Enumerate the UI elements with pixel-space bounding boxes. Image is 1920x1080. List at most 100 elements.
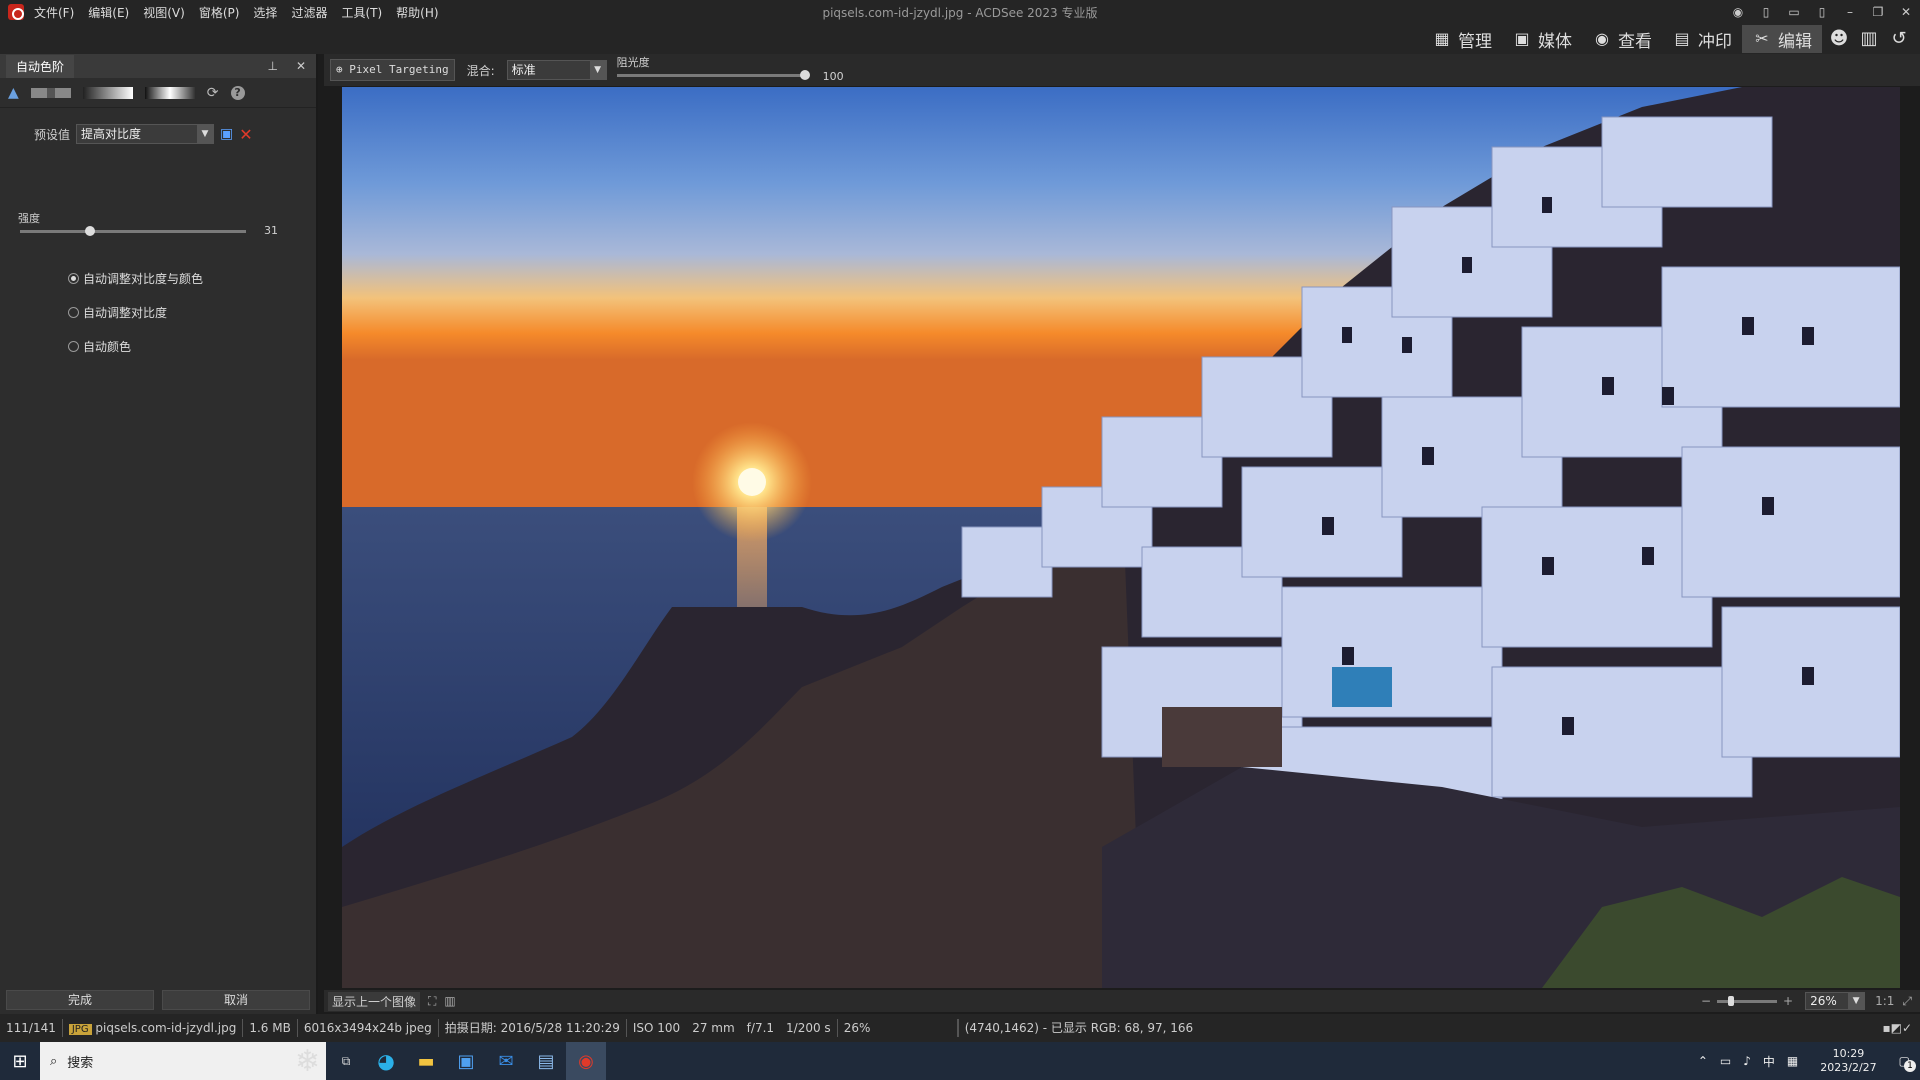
store-icon[interactable]: ▣	[446, 1042, 486, 1080]
task-view-icon[interactable]: ⧉	[326, 1042, 366, 1080]
menu-tools[interactable]: 工具(T)	[341, 4, 382, 21]
clock[interactable]: 10:29 2023/2/27	[1820, 1047, 1876, 1075]
mode-edit[interactable]: ✂ 编辑	[1742, 25, 1822, 53]
radio-dot[interactable]	[68, 273, 79, 284]
ime-indicator[interactable]: 中	[1763, 1053, 1775, 1070]
zoom-out-icon[interactable]: −	[1701, 994, 1711, 1008]
volume-icon[interactable]: ♪	[1743, 1054, 1751, 1068]
window-controls: ◉ ▯ ▭ ▯ – ❐ ✕	[1724, 0, 1920, 24]
pixel-targeting-button[interactable]: ⊕ Pixel Targeting	[330, 59, 455, 81]
save-preset-icon[interactable]: ▣	[220, 126, 233, 142]
dashboard-icon[interactable]: ☻	[1826, 26, 1852, 52]
zoom-slider[interactable]	[1717, 995, 1778, 1006]
notification-icon[interactable]: ▢ 1	[1899, 1054, 1916, 1072]
menu-help[interactable]: 帮助(H)	[396, 4, 438, 21]
gradient-preview-2[interactable]	[144, 86, 195, 99]
photo-canvas[interactable]	[342, 87, 1900, 988]
file-explorer-icon[interactable]: ▬	[406, 1042, 446, 1080]
ime-grid-icon[interactable]: ▦	[1787, 1054, 1798, 1068]
layout-bottom-icon[interactable]: ▭	[1780, 5, 1808, 19]
image-bottom-bar: 显示上一个图像 ⛶ ▥ − + 26% ▼ 1:1 ⤢	[324, 990, 1920, 1012]
sunset-photo	[342, 87, 1900, 988]
compare-icon[interactable]	[30, 87, 71, 98]
radio-auto-contrast-color[interactable]: 自动调整对比度与颜色	[68, 270, 203, 287]
photos-icon[interactable]: ▤	[526, 1042, 566, 1080]
capture-date: 拍摄日期: 2016/5/28 11:20:29	[439, 1019, 627, 1037]
pixel-info: (4740,1462) - 已显示 RGB: 68, 97, 166	[957, 1019, 1199, 1037]
layout-left-icon[interactable]: ▯	[1752, 5, 1780, 19]
actual-size-button[interactable]: 1:1	[1875, 994, 1894, 1008]
radio-dot[interactable]	[68, 341, 79, 352]
menu-edit[interactable]: 编辑(E)	[88, 4, 129, 21]
radio-label: 自动颜色	[83, 340, 132, 354]
fullscreen-icon[interactable]: ⛶	[428, 994, 436, 1009]
help-icon[interactable]: ?	[230, 85, 245, 100]
fit-icon[interactable]: ⤢	[1902, 994, 1912, 1009]
clock-date: 2023/2/27	[1820, 1061, 1877, 1074]
taskbar-search[interactable]: ⌕ 搜索 ❄	[40, 1042, 326, 1080]
menu-pane[interactable]: 窗格(P)	[199, 4, 240, 21]
strength-slider-thumb[interactable]	[85, 226, 96, 236]
close-icon[interactable]: ✕	[1892, 5, 1920, 19]
pin-icon[interactable]: ⊥	[267, 59, 277, 73]
mode-develop[interactable]: ▤ 冲印	[1662, 25, 1742, 53]
start-button[interactable]: ⊞	[0, 1042, 40, 1080]
jpg-badge: JPG	[68, 1024, 92, 1035]
preset-label: 预设值	[34, 127, 71, 142]
file-size: 1.6 MB	[243, 1019, 298, 1037]
zoom-select[interactable]: 26% ▼	[1805, 992, 1866, 1010]
zoom-slider-thumb[interactable]	[1727, 995, 1734, 1006]
radio-label: 自动调整对比度与颜色	[83, 272, 204, 286]
done-button[interactable]: 完成	[6, 990, 154, 1010]
mode-label: 查看	[1618, 31, 1652, 52]
menu-filter[interactable]: 过滤器	[291, 4, 327, 21]
develop-icon: ▤	[1674, 29, 1690, 48]
mode-view[interactable]: ◉ 查看	[1582, 25, 1662, 53]
layout-right-icon[interactable]: ▯	[1808, 5, 1836, 19]
chevron-down-icon: ▼	[589, 61, 606, 79]
user-icon[interactable]: ◉	[1724, 5, 1752, 19]
strength-slider[interactable]	[20, 226, 246, 236]
tray-chevron-up-icon[interactable]: ⌃	[1698, 1054, 1708, 1068]
preset-select[interactable]: 提高对比度 ▼	[76, 124, 215, 144]
search-placeholder: 搜索	[67, 1055, 94, 1071]
mode-label: 媒体	[1538, 31, 1572, 52]
panel-close-icon[interactable]: ✕	[296, 59, 306, 73]
panel-toolbar: ▲ ⟳ ?	[0, 78, 316, 108]
file-info: JPG piqsels.com-id-jzydl.jpg	[63, 1019, 244, 1037]
radio-dot[interactable]	[68, 307, 79, 318]
menu-bar: 文件(F) 编辑(E) 视图(V) 窗格(P) 选择 过滤器 工具(T) 帮助(…	[34, 4, 439, 21]
edge-icon[interactable]: ◕	[366, 1042, 406, 1080]
histogram-small-icon[interactable]: ▥	[444, 994, 455, 1008]
radio-auto-contrast[interactable]: 自动调整对比度	[68, 304, 167, 321]
acdsee-taskbar-icon[interactable]: ◉	[566, 1042, 606, 1080]
mode-media[interactable]: ▣ 媒体	[1502, 25, 1582, 53]
view-mode-icons[interactable]: ▪◩✓	[1882, 1021, 1912, 1035]
mode-manage[interactable]: ▦ 管理	[1422, 25, 1502, 53]
zoom-in-icon[interactable]: +	[1783, 994, 1793, 1008]
opacity-value: 100	[822, 69, 844, 83]
restore-icon[interactable]: ❐	[1864, 5, 1892, 19]
mail-icon[interactable]: ✉	[486, 1042, 526, 1080]
sync-icon[interactable]: ↺	[1886, 26, 1912, 52]
histogram-icon[interactable]: ▥	[1856, 26, 1882, 52]
gradient-preview-1[interactable]	[82, 86, 133, 99]
opacity-slider-thumb[interactable]	[799, 70, 810, 80]
image-toolbar: ⊕ Pixel Targeting 混合: 标准 ▼ 阻光度 100	[324, 54, 1920, 86]
blend-select[interactable]: 标准 ▼	[506, 60, 607, 80]
menu-select[interactable]: 选择	[253, 4, 277, 21]
menu-file[interactable]: 文件(F)	[34, 4, 74, 21]
menu-view[interactable]: 视图(V)	[143, 4, 185, 21]
reset-icon[interactable]: ⟳	[207, 85, 219, 101]
show-previous-button[interactable]: 显示上一个图像	[328, 991, 421, 1011]
radio-auto-color[interactable]: 自动颜色	[68, 338, 131, 355]
acdsee-app-icon[interactable]	[8, 4, 24, 20]
title-bar: 文件(F) 编辑(E) 视图(V) 窗格(P) 选择 过滤器 工具(T) 帮助(…	[0, 0, 1920, 24]
opacity-slider[interactable]	[616, 70, 810, 80]
network-icon[interactable]: ▭	[1720, 1054, 1731, 1068]
minimize-icon[interactable]: –	[1836, 5, 1864, 19]
delete-preset-icon[interactable]: ✕	[239, 125, 252, 144]
warning-icon[interactable]: ▲	[8, 85, 19, 101]
panel-title: 自动色阶	[6, 54, 75, 78]
cancel-button[interactable]: 取消	[162, 990, 310, 1010]
